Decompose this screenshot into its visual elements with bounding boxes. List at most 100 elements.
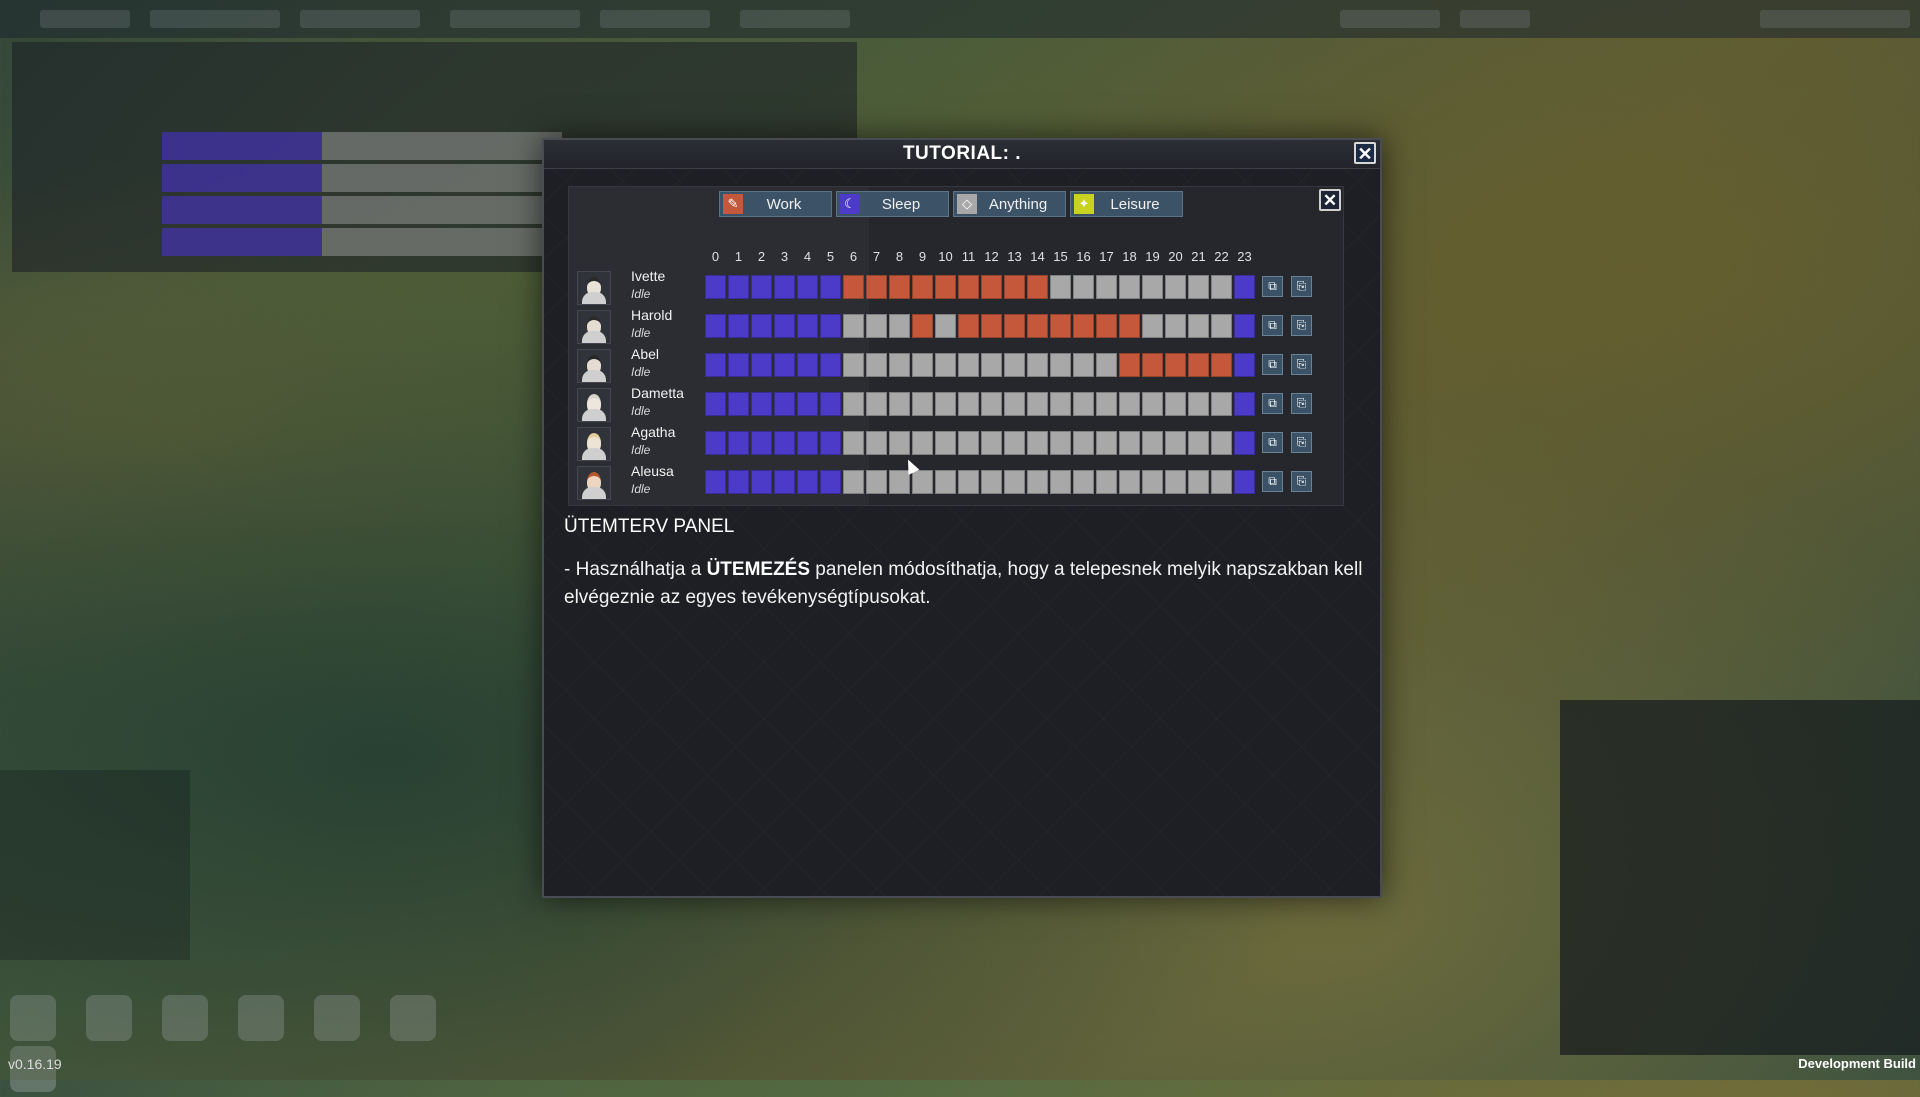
schedule-cell[interactable] [1050, 431, 1071, 455]
copy-icon[interactable]: ⧉ [1262, 276, 1283, 297]
schedule-cell[interactable] [958, 314, 979, 338]
schedule-cell[interactable] [820, 470, 841, 494]
paste-icon[interactable]: ⎘ [1291, 393, 1312, 414]
schedule-cell[interactable] [1027, 392, 1048, 416]
paste-icon[interactable]: ⎘ [1291, 276, 1312, 297]
schedule-cell[interactable] [1119, 431, 1140, 455]
schedule-cell[interactable] [843, 392, 864, 416]
schedule-cell[interactable] [1165, 314, 1186, 338]
schedule-cell[interactable] [705, 431, 726, 455]
schedule-cell[interactable] [889, 392, 910, 416]
schedule-cell[interactable] [935, 275, 956, 299]
schedule-cell[interactable] [1073, 431, 1094, 455]
schedule-cell[interactable] [843, 275, 864, 299]
schedule-cell[interactable] [866, 431, 887, 455]
schedule-cell[interactable] [935, 314, 956, 338]
schedule-cell[interactable] [728, 353, 749, 377]
schedule-cell[interactable] [1165, 470, 1186, 494]
schedule-cell[interactable] [1234, 392, 1255, 416]
schedule-cell[interactable] [843, 470, 864, 494]
schedule-cell[interactable] [958, 353, 979, 377]
copy-icon[interactable]: ⧉ [1262, 354, 1283, 375]
schedule-cell[interactable] [1211, 275, 1232, 299]
schedule-cell[interactable] [843, 431, 864, 455]
copy-icon[interactable]: ⧉ [1262, 393, 1283, 414]
schedule-cell[interactable] [1211, 314, 1232, 338]
schedule-cell[interactable] [1119, 275, 1140, 299]
schedule-cell[interactable] [1211, 392, 1232, 416]
schedule-cell[interactable] [820, 314, 841, 338]
schedule-cell[interactable] [1050, 470, 1071, 494]
schedule-cell[interactable] [751, 392, 772, 416]
avatar[interactable] [577, 349, 611, 383]
avatar[interactable] [577, 466, 611, 500]
close-icon[interactable]: ✕ [1354, 142, 1376, 164]
schedule-cell[interactable] [843, 314, 864, 338]
schedule-cell[interactable] [843, 353, 864, 377]
schedule-cell[interactable] [889, 470, 910, 494]
schedule-cell[interactable] [705, 470, 726, 494]
copy-icon[interactable]: ⧉ [1262, 471, 1283, 492]
schedule-cell[interactable] [981, 353, 1002, 377]
schedule-cell[interactable] [728, 314, 749, 338]
schedule-cell[interactable] [889, 314, 910, 338]
schedule-cell[interactable] [1027, 470, 1048, 494]
avatar[interactable] [577, 271, 611, 305]
schedule-cell[interactable] [705, 353, 726, 377]
schedule-cell[interactable] [1142, 275, 1163, 299]
paste-icon[interactable]: ⎘ [1291, 354, 1312, 375]
schedule-cell[interactable] [866, 470, 887, 494]
schedule-cell[interactable] [1027, 314, 1048, 338]
schedule-cell[interactable] [1004, 314, 1025, 338]
schedule-cell[interactable] [728, 392, 749, 416]
schedule-cell[interactable] [705, 314, 726, 338]
schedule-cell[interactable] [981, 431, 1002, 455]
schedule-cell[interactable] [1050, 314, 1071, 338]
schedule-cell[interactable] [1142, 314, 1163, 338]
schedule-cell[interactable] [774, 431, 795, 455]
schedule-cell[interactable] [1096, 275, 1117, 299]
schedule-cell[interactable] [1188, 275, 1209, 299]
schedule-cell[interactable] [1211, 353, 1232, 377]
copy-icon[interactable]: ⧉ [1262, 315, 1283, 336]
schedule-cell[interactable] [1050, 275, 1071, 299]
schedule-cell[interactable] [751, 353, 772, 377]
schedule-cell[interactable] [1096, 314, 1117, 338]
paste-icon[interactable]: ⎘ [1291, 471, 1312, 492]
schedule-cell[interactable] [1096, 353, 1117, 377]
schedule-cell[interactable] [981, 314, 1002, 338]
schedule-cell[interactable] [912, 353, 933, 377]
schedule-cell[interactable] [1004, 275, 1025, 299]
schedule-cell[interactable] [1027, 431, 1048, 455]
schedule-cell[interactable] [1073, 353, 1094, 377]
schedule-cell[interactable] [820, 392, 841, 416]
schedule-cell[interactable] [958, 392, 979, 416]
schedule-cell[interactable] [774, 470, 795, 494]
schedule-cell[interactable] [1188, 353, 1209, 377]
schedule-cell[interactable] [935, 353, 956, 377]
schedule-cell[interactable] [1073, 275, 1094, 299]
schedule-cell[interactable] [981, 470, 1002, 494]
schedule-cell[interactable] [866, 392, 887, 416]
schedule-cell[interactable] [1119, 314, 1140, 338]
schedule-cell[interactable] [889, 275, 910, 299]
tab-sleep[interactable]: ☾ Sleep [836, 191, 949, 217]
schedule-cell[interactable] [1027, 353, 1048, 377]
schedule-cell[interactable] [912, 314, 933, 338]
schedule-cell[interactable] [1234, 431, 1255, 455]
paste-icon[interactable]: ⎘ [1291, 432, 1312, 453]
schedule-cell[interactable] [797, 314, 818, 338]
schedule-cell[interactable] [820, 431, 841, 455]
schedule-cell[interactable] [1165, 431, 1186, 455]
schedule-cell[interactable] [1188, 470, 1209, 494]
schedule-cell[interactable] [912, 431, 933, 455]
schedule-cell[interactable] [797, 353, 818, 377]
schedule-cell[interactable] [1073, 392, 1094, 416]
schedule-cell[interactable] [705, 275, 726, 299]
schedule-cell[interactable] [1050, 392, 1071, 416]
schedule-cell[interactable] [1211, 431, 1232, 455]
schedule-cell[interactable] [1211, 470, 1232, 494]
schedule-cell[interactable] [751, 470, 772, 494]
schedule-cell[interactable] [889, 353, 910, 377]
schedule-cell[interactable] [1004, 431, 1025, 455]
